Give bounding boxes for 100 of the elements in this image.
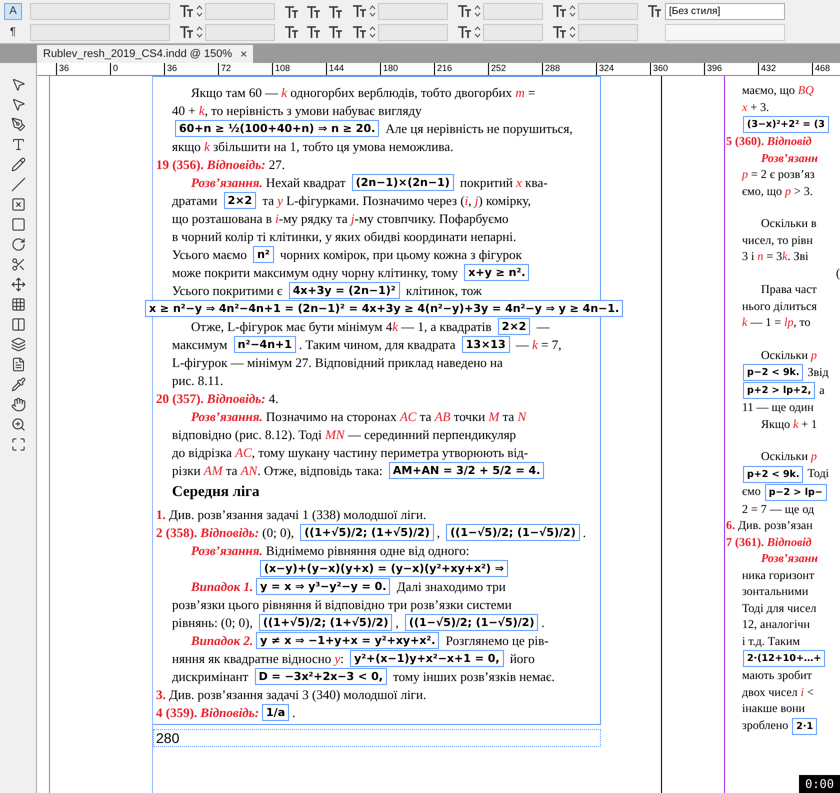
- body-text: Права част: [761, 282, 817, 298]
- body-text: тому інших розв’язків немає.: [392, 668, 555, 685]
- body-text: Позначимо на сторонах: [264, 408, 398, 425]
- pen-tool-icon[interactable]: [10, 117, 26, 132]
- math-variable: BQ: [798, 83, 814, 98]
- spinner-arrows-icon[interactable]: [474, 25, 481, 39]
- body-text: .: [292, 704, 296, 721]
- mode-toggle[interactable]: A: [4, 2, 22, 20]
- problem-label: 5 (360).: [726, 134, 765, 150]
- formula: (2n−1)×(2n−1): [352, 174, 454, 191]
- problem-label: 1.: [156, 506, 166, 523]
- dropdown-field[interactable]: [30, 24, 170, 40]
- dropdown-field[interactable]: [378, 2, 448, 20]
- pencil-tool-icon[interactable]: [10, 157, 26, 172]
- zoom-tool-icon[interactable]: [10, 417, 26, 432]
- body-text: Тоді для чисел: [742, 600, 816, 616]
- spinner-arrows-icon[interactable]: [196, 25, 203, 39]
- selection-tool-icon[interactable]: [10, 77, 26, 92]
- body-text: а: [818, 382, 825, 398]
- columns-icon[interactable]: [10, 317, 26, 332]
- body-text: Середня ліга: [172, 484, 260, 501]
- ruler-label: 432: [761, 63, 776, 73]
- body-text: і т.д. Таким: [742, 634, 800, 649]
- formula: 13×13: [462, 336, 510, 353]
- problem-label: Відповід: [767, 134, 812, 150]
- spinner-arrows-icon[interactable]: [474, 4, 481, 18]
- problem-label: Випадок 1.: [191, 578, 254, 595]
- page-number: 280: [155, 728, 180, 748]
- dropdown-field[interactable]: [483, 2, 543, 20]
- problem-label: Відповідь:: [206, 156, 266, 173]
- body-text: Але ця нерівність не порушиться,: [384, 120, 573, 137]
- body-text: покритий: [459, 174, 514, 191]
- grid-icon[interactable]: [10, 297, 26, 312]
- frame-tool-icon[interactable]: [10, 197, 26, 212]
- body-text: 40 +: [172, 102, 197, 119]
- document-tab[interactable]: Rublev_resh_2019_CS4.indd @ 150% ×: [37, 45, 254, 63]
- mode-toggle[interactable]: ¶: [4, 24, 22, 40]
- style-field[interactable]: [665, 24, 785, 40]
- scissors-tool-icon[interactable]: [10, 257, 26, 272]
- body-text: Див. розв’язання задачі 3 (340) молодшої ліги.: [168, 686, 426, 703]
- timer-label: 0:00: [799, 775, 840, 793]
- note-tool-icon[interactable]: [10, 357, 26, 372]
- rotate-tool-icon[interactable]: [10, 237, 26, 252]
- math-variable: p: [742, 167, 748, 182]
- spinner-arrows-icon[interactable]: [196, 4, 203, 18]
- body-text: Далі знаходимо три: [396, 578, 506, 595]
- body-text: зонтальними: [742, 584, 808, 600]
- body-text: Звід: [806, 364, 829, 380]
- math-variable: i: [464, 192, 468, 209]
- spinner-arrows-icon[interactable]: [369, 4, 376, 18]
- body-text: чисел, то рівн: [742, 232, 813, 248]
- dropdown-field[interactable]: [205, 24, 275, 40]
- body-text: —: [536, 318, 550, 335]
- body-text: Отже, L-фігурок має бути мінімум 4: [191, 318, 392, 335]
- body-text: -му рядку та: [278, 210, 349, 227]
- body-text: Див. розв’язання задачі 1 (338) молодшої ліги.: [168, 506, 426, 523]
- character-style-field[interactable]: [Без стиля]: [665, 2, 785, 20]
- body-text: ) комірку,: [478, 192, 531, 209]
- body-text: Тоді: [806, 466, 830, 482]
- body-text: 4.: [268, 390, 279, 407]
- formula: n²: [253, 246, 274, 263]
- body-text: та: [224, 462, 238, 479]
- body-text: чорних комірок, при цьому кожна з фігурок: [278, 246, 522, 263]
- problem-label: 20 (357).: [156, 390, 205, 407]
- body-text: .: [541, 614, 545, 631]
- spinner-arrows-icon[interactable]: [569, 25, 576, 39]
- ruler-label: 288: [545, 63, 560, 73]
- dropdown-field[interactable]: [378, 24, 448, 40]
- ruler-label: 0: [113, 63, 118, 73]
- dropdown-field[interactable]: [578, 2, 638, 20]
- formula: x+y ≥ n².: [464, 264, 530, 281]
- hand-tool-icon[interactable]: [10, 397, 26, 412]
- body-text: Якщо: [761, 416, 792, 432]
- dropdown-field[interactable]: [205, 2, 275, 20]
- type-tool-icon[interactable]: [10, 137, 26, 152]
- body-text: Оскільки: [761, 348, 809, 363]
- body-text: (0; 0),: [261, 524, 296, 541]
- dropdown-field[interactable]: [483, 24, 543, 40]
- body-text: маємо, що: [742, 83, 796, 98]
- body-text: двох чисел: [742, 684, 799, 700]
- close-button[interactable]: ×: [240, 48, 248, 60]
- screen-mode-icon[interactable]: [10, 437, 26, 452]
- dropdown-field[interactable]: [578, 24, 638, 40]
- body-text: ника горизонт: [742, 568, 814, 583]
- body-text: L-фігурками. Позначимо через (: [285, 192, 465, 209]
- formula: 2·1: [792, 718, 818, 734]
- font-size-icon[interactable]: [178, 3, 194, 19]
- math-variable: k: [281, 84, 288, 101]
- dropdown-field[interactable]: [30, 2, 170, 20]
- rectangle-tool-icon[interactable]: [10, 217, 26, 232]
- body-text: Якщо там 60 —: [191, 84, 280, 101]
- direct-selection-icon[interactable]: [10, 97, 26, 112]
- body-text: -му стовпчику. Пофарбуємо: [354, 210, 509, 227]
- math-variable: n: [757, 249, 764, 264]
- spinner-arrows-icon[interactable]: [569, 4, 576, 18]
- spinner-arrows-icon[interactable]: [369, 25, 376, 39]
- eyedropper-icon[interactable]: [10, 377, 26, 392]
- problem-label: Випадок 2.: [191, 632, 254, 649]
- line-tool-icon[interactable]: [10, 177, 26, 192]
- move-tool-icon[interactable]: [10, 277, 26, 292]
